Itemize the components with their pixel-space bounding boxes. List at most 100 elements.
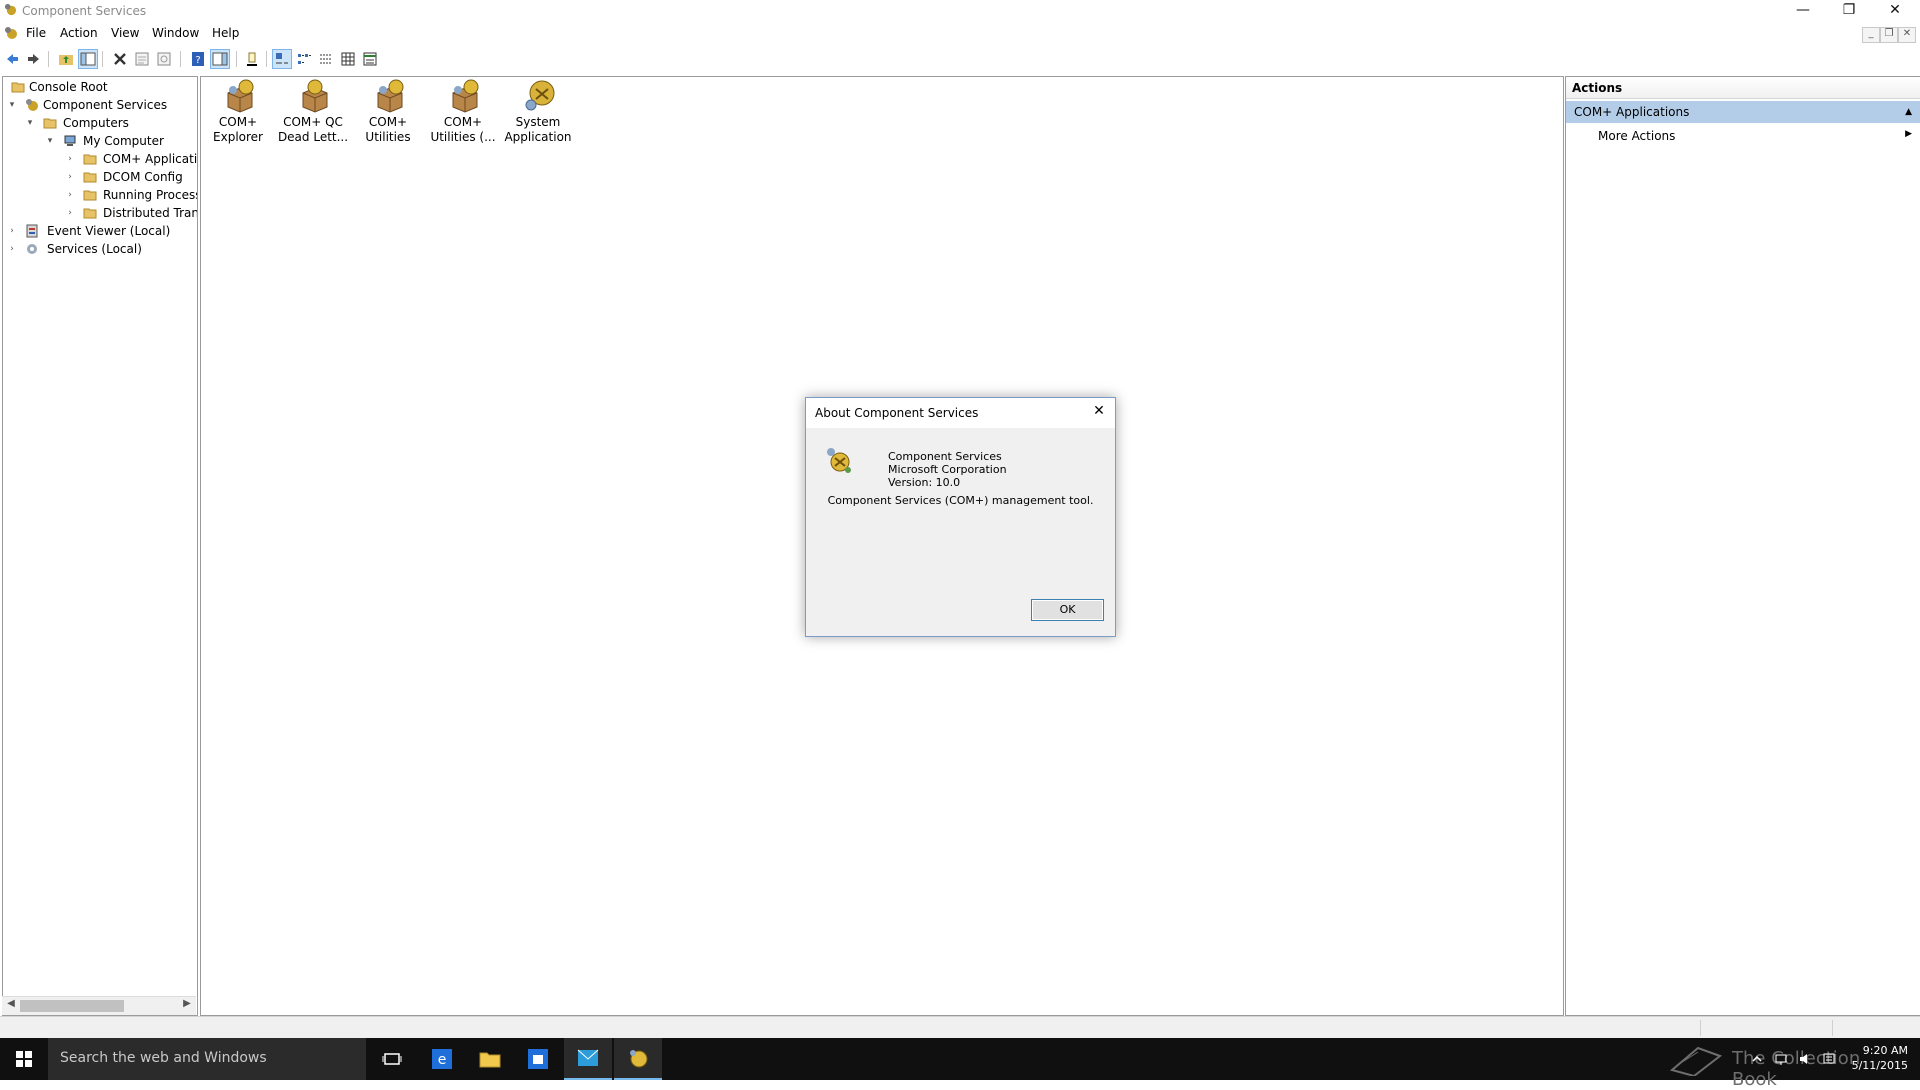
com-utilities-32bit-item[interactable]: COM+ Utilities (... [426, 77, 500, 157]
delete-button[interactable] [110, 49, 130, 69]
expand-chevron-icon[interactable]: › [65, 168, 75, 186]
item-caption: COM+ [218, 115, 258, 129]
menu-file[interactable]: File [26, 26, 46, 40]
scroll-right-icon[interactable]: ▶ [180, 998, 194, 1009]
collapse-caret-icon[interactable]: ▲ [1905, 101, 1912, 123]
minimize-button[interactable]: — [1780, 0, 1826, 22]
status-divider [1700, 1020, 1701, 1036]
menu-window[interactable]: Window [152, 26, 199, 40]
item-caption: COM+ [443, 115, 483, 129]
close-button[interactable]: ✕ [1872, 0, 1918, 22]
tree-item-event-viewer[interactable]: › Event Viewer (Local) [7, 222, 197, 240]
collapse-chevron-icon[interactable]: ▾ [7, 96, 17, 114]
detail-view-button[interactable] [338, 49, 358, 69]
tree-item-com-applications[interactable]: › COM+ Applications [65, 150, 197, 168]
taskbar-app-ie[interactable]: e [418, 1038, 466, 1080]
child-restore-button[interactable]: ❐ [1880, 27, 1898, 43]
expand-chevron-icon[interactable]: › [65, 204, 75, 222]
expand-chevron-icon[interactable]: › [65, 150, 75, 168]
taskbar-app-outlook[interactable] [564, 1038, 612, 1080]
tree-item-running-processes[interactable]: › Running Processes [65, 186, 197, 204]
large-icons-view-button[interactable] [272, 49, 292, 69]
tree-item-my-computer[interactable]: ▾ My Computer [45, 132, 197, 150]
submenu-arrow-icon[interactable]: ▶ [1905, 129, 1912, 139]
export-list-button[interactable] [242, 49, 262, 69]
tree-item-label: Component Services [43, 98, 168, 112]
new-window-button[interactable] [360, 49, 380, 69]
help-button[interactable]: ? [188, 49, 208, 69]
action-center-icon[interactable] [1822, 1052, 1836, 1066]
ok-button[interactable]: OK [1031, 599, 1104, 621]
toolbar: ? [0, 46, 1920, 72]
com-utilities-item[interactable]: COM+ Utilities [351, 77, 425, 157]
item-caption: Explorer [213, 130, 263, 144]
network-icon[interactable] [1774, 1052, 1788, 1066]
up-one-level-button[interactable] [56, 49, 76, 69]
start-button[interactable] [0, 1038, 48, 1080]
dialog-close-button[interactable]: ✕ [1087, 400, 1111, 422]
properties-button[interactable] [132, 49, 152, 69]
tree-item-dcom-config[interactable]: › DCOM Config [65, 168, 197, 186]
folder-up-icon [59, 55, 73, 65]
expand-chevron-icon[interactable]: › [65, 186, 75, 204]
tree-item-label: Event Viewer (Local) [47, 224, 171, 238]
folder-icon [83, 190, 97, 201]
child-minimize-button[interactable]: _ [1862, 27, 1880, 43]
collapse-chevron-icon[interactable]: ▾ [45, 132, 55, 150]
show-hidden-icons-icon[interactable] [1750, 1052, 1764, 1066]
com-qc-dead-letter-item[interactable]: COM+ QC Dead Lett... [276, 77, 350, 157]
system-application-item[interactable]: System Application [501, 77, 575, 157]
scroll-left-icon[interactable]: ◀ [4, 998, 18, 1009]
more-actions-link[interactable]: More Actions [1598, 129, 1675, 143]
small-icons-icon [298, 54, 311, 64]
tree-item-label: My Computer [83, 134, 164, 148]
menu-view[interactable]: View [111, 26, 139, 40]
package-icon [302, 79, 328, 113]
item-caption: System [515, 115, 561, 129]
component-services-icon [827, 448, 851, 473]
search-box[interactable]: Search the web and Windows [48, 1038, 366, 1080]
small-icons-view-button[interactable] [294, 49, 314, 69]
back-button[interactable] [2, 49, 22, 69]
svg-text:e: e [438, 1052, 447, 1068]
computer-icon [64, 135, 76, 146]
gear-icon [27, 244, 37, 254]
forward-button[interactable] [24, 49, 44, 69]
task-view-button[interactable] [368, 1038, 416, 1080]
show-hide-action-pane-button[interactable] [210, 49, 230, 69]
taskbar-app-component-services[interactable] [614, 1038, 662, 1080]
package-icon [377, 79, 404, 113]
tree-item-computers[interactable]: ▾ Computers [25, 114, 197, 132]
tree-item-label: Distributed Transaction Coordinator [103, 206, 197, 220]
volume-icon[interactable] [1798, 1052, 1812, 1066]
tree-horizontal-scrollbar[interactable]: ◀ ▶ [2, 996, 196, 1015]
menu-action[interactable]: Action [60, 26, 98, 40]
show-hide-console-tree-button[interactable] [78, 49, 98, 69]
actions-section-com-applications[interactable]: COM+ Applications ▲ [1566, 101, 1920, 123]
refresh-button[interactable] [154, 49, 174, 69]
tree-item-distributed-transaction-coordinator[interactable]: › Distributed Transaction Coordinator [65, 204, 197, 222]
component-services-icon [4, 3, 17, 16]
menu-help[interactable]: Help [212, 26, 239, 40]
tree-item-services[interactable]: › Services (Local) [7, 240, 197, 258]
scrollbar-thumb[interactable] [20, 1000, 124, 1012]
taskbar-app-store[interactable] [514, 1038, 562, 1080]
list-view-icon [320, 54, 332, 64]
child-close-button[interactable]: ✕ [1898, 27, 1916, 43]
taskbar-app-file-explorer[interactable] [466, 1038, 514, 1080]
com-explorer-item[interactable]: COM+ Explorer [201, 77, 275, 157]
expand-chevron-icon[interactable]: › [7, 222, 17, 240]
console-tree[interactable]: Console Root ▾ Component Services ▾ Comp… [2, 76, 198, 1016]
tree-item-component-services[interactable]: ▾ Component Services [7, 96, 197, 114]
item-caption: Dead Lett... [277, 130, 349, 144]
expand-chevron-icon[interactable]: › [7, 240, 17, 258]
console-icon[interactable] [4, 26, 18, 40]
restore-button[interactable]: ❐ [1826, 0, 1872, 22]
tree-item-console-root[interactable]: Console Root [7, 78, 197, 96]
system-clock[interactable]: 9:20 AM 5/11/2015 [1852, 1043, 1908, 1073]
collapse-chevron-icon[interactable]: ▾ [25, 114, 35, 132]
folder-icon [83, 172, 97, 183]
list-view-button[interactable] [316, 49, 336, 69]
properties-icon [135, 52, 149, 66]
clock-date: 5/11/2015 [1851, 1059, 1908, 1072]
